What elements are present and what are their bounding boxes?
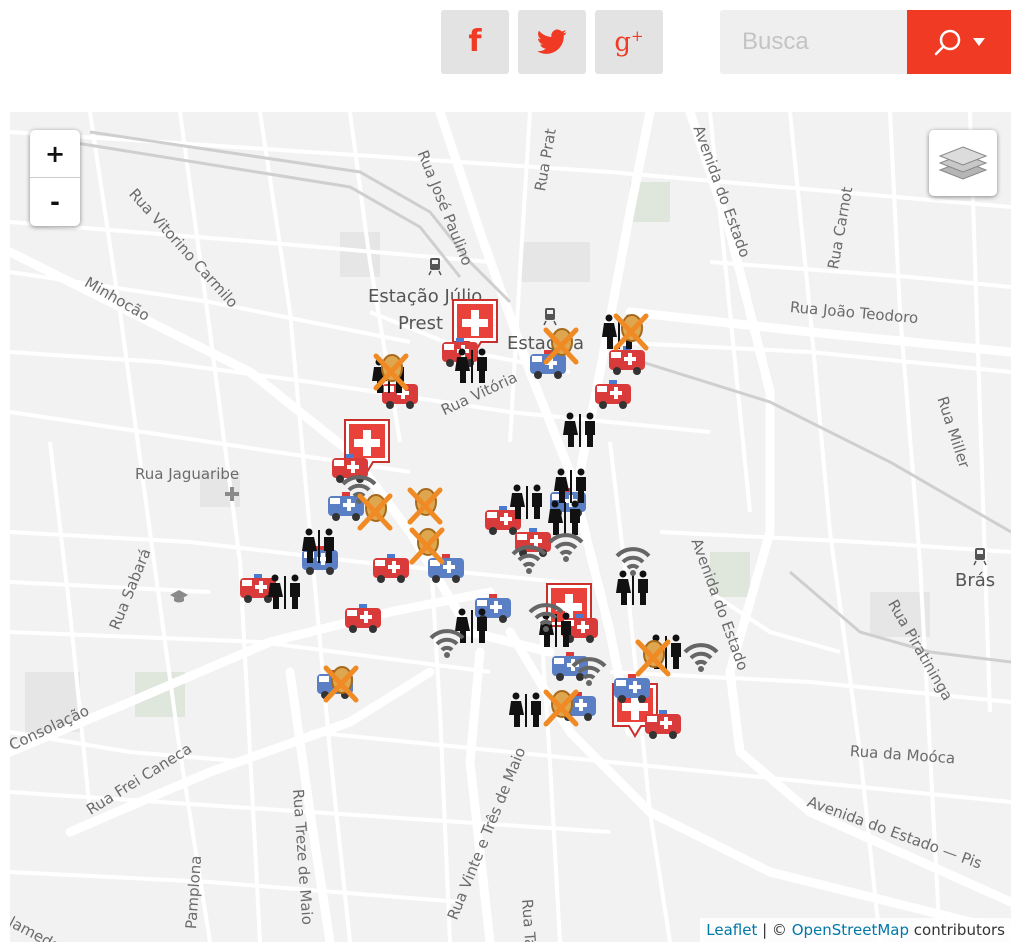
layers-icon <box>938 146 988 180</box>
leaflet-link[interactable]: Leaflet <box>706 921 757 939</box>
university-poi-icon <box>170 590 188 603</box>
no-food-marker[interactable] <box>320 664 360 704</box>
ambulance-red-icon <box>595 380 631 409</box>
wifi-icon <box>548 533 584 562</box>
restroom-icon <box>554 468 586 503</box>
no-food-icon <box>543 327 579 365</box>
attribution-contributors: contributors <box>909 921 1005 939</box>
page-header: f g+ <box>0 0 1011 100</box>
wifi-icon <box>511 545 547 574</box>
wifi-icon <box>528 603 564 632</box>
ambulance-red-marker[interactable] <box>593 378 633 410</box>
wifi-marker[interactable] <box>614 544 652 576</box>
station-label-bras: Brás <box>955 570 996 591</box>
no-food-icon <box>373 353 409 391</box>
search-button[interactable] <box>907 10 1011 74</box>
restroom-icon <box>563 412 595 447</box>
no-food-icon <box>635 639 671 677</box>
wifi-marker[interactable] <box>547 530 585 562</box>
no-food-marker[interactable] <box>540 326 580 366</box>
restroom-marker[interactable] <box>453 348 491 384</box>
layers-button[interactable] <box>929 130 997 196</box>
no-food-marker[interactable] <box>540 688 580 728</box>
zoom-in-button[interactable]: + <box>30 130 80 178</box>
google-plus-share-button[interactable]: g+ <box>595 10 663 74</box>
no-food-icon <box>409 527 445 565</box>
no-food-icon <box>543 689 579 727</box>
google-plus-icon: g+ <box>614 26 644 58</box>
no-food-marker[interactable] <box>370 352 410 392</box>
search-input[interactable] <box>720 10 907 74</box>
ambulance-red-icon <box>345 604 381 633</box>
openstreetmap-link[interactable]: OpenStreetMap <box>792 921 909 939</box>
restroom-marker[interactable] <box>561 412 599 448</box>
no-food-icon <box>323 665 359 703</box>
hospital-poi-icon <box>225 487 239 501</box>
wifi-marker[interactable] <box>570 654 608 686</box>
zoom-control: + - <box>30 130 80 226</box>
restroom-icon <box>268 574 300 609</box>
wifi-icon <box>683 643 719 672</box>
no-food-marker[interactable] <box>632 638 672 678</box>
restroom-marker[interactable] <box>300 528 338 564</box>
ambulance-red-icon <box>645 710 681 739</box>
twitter-icon <box>537 29 567 54</box>
restroom-marker[interactable] <box>508 484 546 520</box>
wifi-marker[interactable] <box>510 542 548 574</box>
wifi-marker[interactable] <box>428 626 466 658</box>
search-icon <box>934 29 961 56</box>
restroom-icon <box>302 528 334 563</box>
facebook-share-button[interactable]: f <box>441 10 509 74</box>
ambulance-red-marker[interactable] <box>343 602 383 634</box>
caret-down-icon <box>973 38 985 46</box>
wifi-marker[interactable] <box>527 600 565 632</box>
restroom-marker[interactable] <box>266 574 304 610</box>
ambulance-red-marker[interactable] <box>371 552 411 584</box>
ambulance-red-marker[interactable] <box>643 708 683 740</box>
train-station-icon <box>543 308 557 326</box>
train-station-icon <box>428 258 442 276</box>
facebook-icon: f <box>468 24 482 59</box>
zoom-out-button[interactable]: - <box>30 178 80 226</box>
street-label: Rua Jaguaribe <box>135 465 240 483</box>
no-food-marker[interactable] <box>406 526 446 566</box>
ambulance-red-icon <box>373 554 409 583</box>
restroom-marker[interactable] <box>552 468 590 504</box>
no-food-icon <box>357 493 393 531</box>
station-label-prestes: Prest <box>398 313 444 334</box>
wifi-icon <box>429 629 465 658</box>
no-food-marker[interactable] <box>354 492 394 532</box>
no-food-marker[interactable] <box>404 486 444 526</box>
twitter-share-button[interactable] <box>518 10 586 74</box>
wifi-icon <box>615 547 651 576</box>
street-label: Rua Ta <box>518 898 540 942</box>
train-station-icon <box>973 548 987 566</box>
attribution-separator: | © <box>757 921 792 939</box>
restroom-icon <box>455 348 487 383</box>
restroom-icon <box>510 484 542 519</box>
no-food-marker[interactable] <box>610 312 650 352</box>
wifi-marker[interactable] <box>682 640 720 672</box>
wifi-icon <box>571 657 607 686</box>
no-food-icon <box>407 487 443 525</box>
no-food-icon <box>613 313 649 351</box>
map-attribution: Leaflet | © OpenStreetMap contributors <box>700 918 1011 942</box>
map-container[interactable]: Estação Júlio Prest Estaçã a Brás Rua Jo… <box>10 112 1011 942</box>
